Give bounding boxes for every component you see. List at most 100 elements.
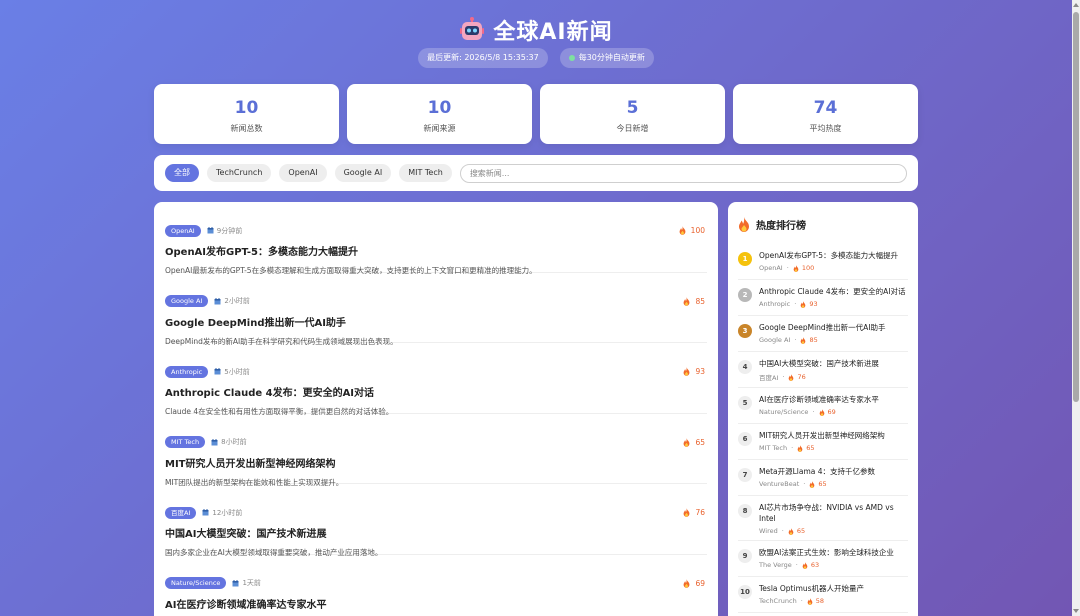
ranking-item[interactable]: 10 Tesla Optimus机器人开始量产 TechCrunch · 58 [738, 577, 908, 613]
filter-button-openai[interactable]: OpenAI [279, 164, 327, 182]
calendar-icon [232, 579, 239, 586]
calendar-icon [207, 227, 214, 234]
stats-row: 10 新闻总数 10 新闻来源 5 今日新增 74 平均热度 [154, 84, 918, 144]
stat-value: 10 [427, 98, 452, 118]
ranking-item-body: Anthropic Claude 4发布：更安全的AI对话 Anthropic … [759, 284, 908, 310]
ranking-item-source: MIT Tech [759, 444, 788, 452]
meta-separator: · [782, 373, 785, 381]
ranking-heat-value: 69 [827, 408, 836, 416]
filter-button-techcrunch[interactable]: TechCrunch [207, 164, 272, 182]
ranking-item-title[interactable]: Anthropic Claude 4发布：更安全的AI对话 [759, 286, 908, 297]
meta-separator: · [781, 527, 784, 535]
ranking-item[interactable]: 6 MIT研究人员开发出新型神经网络架构 MIT Tech · 65 [738, 424, 908, 460]
stat-value: 10 [234, 98, 259, 118]
news-title[interactable]: Google DeepMind推出新一代AI助手 [165, 314, 707, 329]
ranking-item[interactable]: 7 Meta开源Llama 4：支持千亿参数 VentureBeat · 65 [738, 460, 908, 496]
ranking-item[interactable]: 3 Google DeepMind推出新一代AI助手 Google AI · 8… [738, 316, 908, 352]
flame-icon [819, 408, 824, 416]
flame-icon [684, 508, 690, 517]
source-badge: MIT Tech [165, 436, 206, 448]
news-meta: OpenAI 9分钟前 [165, 224, 707, 237]
ranking-heat-value: 65 [796, 527, 806, 535]
heat-score: 69 [683, 579, 705, 588]
ranking-list: 1 OpenAI发布GPT-5：多模态能力大幅提升 OpenAI · 100 2… [738, 244, 908, 613]
flame-icon [807, 597, 813, 605]
news-time: 8小时前 [211, 437, 247, 447]
filter-bar: 全部 TechCrunch OpenAI Google AI MIT Tech [154, 155, 918, 191]
ranking-item-title[interactable]: MIT研究人员开发出新型神经网络架构 [759, 430, 908, 441]
ranking-item-meta: MIT Tech · 65 [759, 444, 908, 452]
ranking-item-meta: Anthropic · 93 [759, 300, 908, 308]
news-time: 2小时前 [214, 296, 250, 306]
ranking-item-meta: TechCrunch · 58 [759, 597, 908, 605]
news-item[interactable]: OpenAI 9分钟前 100 OpenAI发布GPT-5：多模态能力大幅提升 … [165, 202, 707, 275]
calendar-icon [214, 368, 221, 375]
flame-icon [788, 527, 794, 535]
ranking-item-title[interactable]: Google DeepMind推出新一代AI助手 [759, 322, 908, 333]
ranking-item-body: AI芯片市场争夺战：NVIDIA vs AMD vs Intel Wired ·… [759, 500, 908, 535]
flame-icon [739, 216, 749, 232]
heat-score: 65 [683, 438, 705, 447]
news-item[interactable]: Google AI 2小时前 85 Google DeepMind推出新一代AI… [165, 273, 707, 346]
ranking-item-title[interactable]: AI芯片市场争夺战：NVIDIA vs AMD vs Intel [759, 502, 908, 524]
ranking-item-title[interactable]: Tesla Optimus机器人开始量产 [759, 583, 908, 594]
ranking-item-title[interactable]: OpenAI发布GPT-5：多模态能力大幅提升 [759, 250, 908, 261]
ranking-item-source: TechCrunch [759, 597, 797, 605]
page-scrollbar[interactable] [1072, 0, 1080, 616]
news-item[interactable]: MIT Tech 8小时前 65 MIT研究人员开发出新型神经网络架构 MIT团… [165, 414, 707, 487]
ranking-heat-value: 58 [815, 597, 825, 605]
filter-button-mit-tech[interactable]: MIT Tech [399, 164, 452, 182]
ranking-item-source: Google AI [759, 336, 791, 344]
auto-refresh-badge: 每30分钟自动更新 [559, 48, 654, 68]
ranking-item[interactable]: 4 中国AI大模型突破：国产技术新进展 百度AI · 76 [738, 352, 908, 388]
scroll-down-arrow-icon[interactable] [1073, 609, 1079, 613]
filter-button-all[interactable]: 全部 [165, 164, 199, 182]
ranking-item-source: 百度AI [759, 374, 779, 382]
ranking-item-source: The Verge [759, 561, 792, 569]
news-title[interactable]: MIT研究人员开发出新型神经网络架构 [165, 455, 707, 470]
ranking-item-heat: 100 [793, 264, 814, 272]
news-time: 12小时前 [202, 508, 242, 518]
ranking-item-source: VentureBeat [759, 480, 800, 488]
ranking-item[interactable]: 9 欧盟AI法案正式生效：影响全球科技企业 The Verge · 63 [738, 541, 908, 577]
ranking-item-source: Anthropic [759, 300, 791, 308]
rank-number: 2 [738, 288, 752, 302]
ranking-item-title[interactable]: AI在医疗诊断领域准确率达专家水平 [759, 394, 908, 405]
rank-number: 4 [738, 360, 752, 374]
ranking-heat-value: 63 [810, 561, 820, 569]
ranking-item[interactable]: 1 OpenAI发布GPT-5：多模态能力大幅提升 OpenAI · 100 [738, 244, 908, 280]
ranking-item[interactable]: 8 AI芯片市场争夺战：NVIDIA vs AMD vs Intel Wired… [738, 496, 908, 541]
ranking-item-heat: 76 [788, 373, 806, 381]
ranking-item-meta: Wired · 65 [759, 527, 908, 535]
news-time: 5小时前 [214, 367, 250, 377]
ranking-item-body: MIT研究人员开发出新型神经网络架构 MIT Tech · 65 [759, 428, 908, 454]
ranking-item-title[interactable]: 中国AI大模型突破：国产技术新进展 [759, 358, 908, 369]
news-title[interactable]: Anthropic Claude 4发布：更安全的AI对话 [165, 384, 707, 399]
flame-icon [684, 578, 690, 588]
search-input[interactable] [459, 163, 907, 183]
news-item[interactable]: Anthropic 5小时前 93 Anthropic Claude 4发布：更… [165, 343, 707, 416]
heat-value: 69 [695, 578, 705, 588]
scroll-up-arrow-icon[interactable] [1073, 3, 1079, 7]
ranking-item[interactable]: 2 Anthropic Claude 4发布：更安全的AI对话 Anthropi… [738, 280, 908, 316]
meta-separator: · [795, 561, 798, 569]
stat-card-total-news: 10 新闻总数 [154, 84, 339, 144]
news-title[interactable]: OpenAI发布GPT-5：多模态能力大幅提升 [165, 243, 707, 258]
source-badge: OpenAI [165, 224, 201, 237]
scrollbar-thumb[interactable] [1073, 12, 1079, 402]
news-item[interactable]: Nature/Science 1天前 69 AI在医疗诊断领域准确率达专家水平 … [165, 555, 707, 616]
ranking-item-meta: Nature/Science · 69 [759, 408, 908, 416]
stat-label: 今日新增 [616, 124, 649, 133]
ranking-item-meta: Google AI · 85 [759, 336, 908, 344]
ranking-item-title[interactable]: 欧盟AI法案正式生效：影响全球科技企业 [759, 547, 908, 558]
filter-button-google-ai[interactable]: Google AI [334, 164, 392, 182]
ranking-item[interactable]: 5 AI在医疗诊断领域准确率达专家水平 Nature/Science · 69 [738, 388, 908, 424]
news-time-text: 9分钟前 [216, 226, 243, 235]
ranking-heat-value: 76 [797, 373, 806, 381]
rank-number: 10 [738, 585, 752, 599]
news-title[interactable]: AI在医疗诊断领域准确率达专家水平 [165, 596, 707, 611]
news-title[interactable]: 中国AI大模型突破：国产技术新进展 [165, 525, 707, 540]
ranking-item-title[interactable]: Meta开源Llama 4：支持千亿参数 [759, 466, 908, 477]
heat-score: 76 [683, 508, 705, 517]
news-item[interactable]: 百度AI 12小时前 76 中国AI大模型突破：国产技术新进展 国内多家企业在A… [165, 484, 707, 557]
